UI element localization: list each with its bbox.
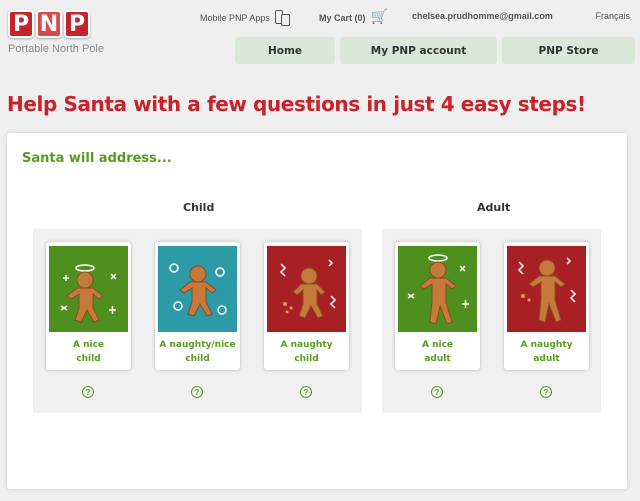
nav-home-button[interactable]: Home [235,37,335,64]
option-label-line1: A nice [421,340,454,350]
option-label-line1: A naughty [520,340,573,350]
naughty-nice-gingerbread-image [158,246,237,332]
option-label: A naughty adult [504,338,589,366]
option-card-naughty-child[interactable]: A naughty child [264,242,349,370]
option-label-line1: A naughty [280,340,333,350]
option-label-line1: A naughty/nice [159,340,236,350]
help-icon-naughty-nice-child[interactable]: ? [191,386,203,398]
help-icon-naughty-adult[interactable]: ? [540,386,552,398]
child-group-label: Child [183,201,215,214]
option-label-line2: child [185,354,210,364]
cart-label: My Cart (0) [319,13,366,23]
account-email-link[interactable]: chelsea.prudhomme@gmail.com [412,11,553,21]
option-label: A nice adult [395,338,480,366]
cart-icon: 🛒 [370,8,388,24]
option-card-naughty-nice-child[interactable]: A naughty/nice child [155,242,240,370]
mobile-apps-label: Mobile PNP Apps [200,13,270,23]
option-label-line2: child [76,354,101,364]
mobile-apps-link[interactable]: Mobile PNP Apps [200,10,290,26]
cart-link[interactable]: My Cart (0) 🛒 [319,8,388,25]
option-label-line2: child [294,354,319,364]
nav-account-button[interactable]: My PNP account [340,37,497,64]
naughty-gingerbread-image [267,246,346,332]
option-card-nice-adult[interactable]: A nice adult [395,242,480,370]
help-icon-nice-child[interactable]: ? [82,386,94,398]
main-nav: Home My PNP account PNP Store [235,37,635,64]
logo-letter-p1: P [8,10,34,38]
adult-group-label: Adult [477,201,511,214]
option-card-nice-child[interactable]: A nice child [46,242,131,370]
naughty-adult-gingerbread-image [507,246,586,332]
logo-subtitle: Portable North Pole [8,43,104,55]
page-headline: Help Santa with a few questions in just … [7,92,586,116]
nav-store-button[interactable]: PNP Store [502,37,635,64]
panel-title: Santa will address... [22,151,172,166]
option-label: A naughty/nice child [155,338,240,366]
option-label-line1: A nice [72,340,105,350]
nice-adult-gingerbread-image [398,246,477,332]
help-icon-nice-adult[interactable]: ? [431,386,443,398]
option-label-line2: adult [533,354,560,364]
adult-options-group: A nice adult A naughty adult ? ? [382,229,601,413]
option-card-naughty-adult[interactable]: A naughty adult [504,242,589,370]
option-label: A nice child [46,338,131,366]
logo-letter-n: N [36,10,62,38]
pnp-logo[interactable]: P N P Portable North Pole [8,10,118,62]
language-switch-link[interactable]: Français [595,11,630,21]
option-label-line2: adult [424,354,451,364]
recipient-panel: Santa will address... Child Adult A nice… [7,133,627,489]
logo-letter-p2: P [64,10,90,38]
help-icon-naughty-child[interactable]: ? [300,386,312,398]
nice-gingerbread-image [49,246,128,332]
child-options-group: A nice child A naughty/nice child A naug… [33,229,362,413]
logo-letters: P N P [8,10,118,38]
mobile-devices-icon [274,10,290,26]
option-label: A naughty child [264,338,349,366]
top-utility-bar: Mobile PNP Apps My Cart (0) 🛒 chelsea.pr… [190,8,630,27]
